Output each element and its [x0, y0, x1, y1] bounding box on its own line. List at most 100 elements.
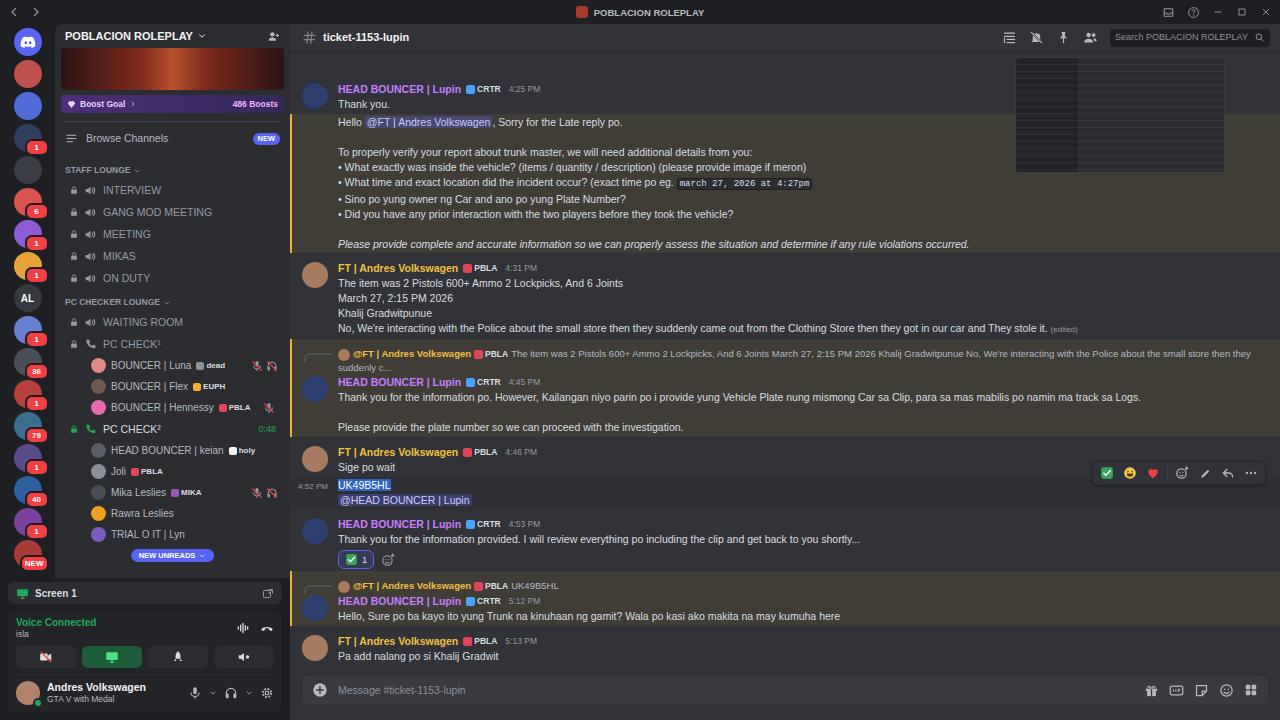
server-icon[interactable]: NEW [14, 540, 42, 568]
author-avatar[interactable] [302, 595, 328, 621]
server-icon[interactable]: 1 [14, 220, 42, 248]
microphone-icon[interactable] [188, 686, 202, 700]
screen-share-row[interactable]: Screen 1 [8, 582, 282, 604]
bell-muted-icon[interactable] [1029, 30, 1044, 45]
voice-channel[interactable]: PC CHECK²0:48 [61, 418, 284, 440]
server-icon[interactable]: 1 [14, 444, 42, 472]
server-icon[interactable] [14, 156, 42, 184]
voice-channel[interactable]: INTERVIEW [61, 179, 284, 201]
server-icon[interactable]: 79 [14, 412, 42, 440]
user-avatar[interactable] [16, 681, 40, 705]
server-item[interactable]: 1 [14, 124, 42, 152]
reaction[interactable]: 1 [338, 550, 374, 569]
author-avatar[interactable] [302, 635, 328, 661]
help-icon[interactable] [1187, 6, 1200, 19]
message-body[interactable]: HEAD BOUNCER | LupinCRTR4:53 PMThank you… [290, 509, 1280, 571]
server-icon[interactable]: 36 [14, 348, 42, 376]
server-icon[interactable]: AL [14, 284, 42, 312]
author-name[interactable]: HEAD BOUNCER | Lupin [338, 82, 461, 97]
category-header[interactable]: PC CHECKER LOUNGE [55, 289, 290, 311]
voice-channel[interactable]: GANG MOD MEETING [61, 201, 284, 223]
invite-person-icon[interactable] [267, 30, 280, 43]
emoji-icon[interactable] [1219, 683, 1234, 698]
close-icon[interactable] [1260, 6, 1272, 18]
server-item[interactable]: 1 [14, 508, 42, 536]
server-icon[interactable]: 1 [14, 124, 42, 152]
reply-reference[interactable]: @FT | Andres VolkswagenPBLAUK49B5HL [338, 579, 1268, 593]
reply-button[interactable] [1217, 463, 1239, 483]
disconnect-phone-icon[interactable] [260, 621, 274, 635]
mention-text[interactable]: @HEAD BOUNCER | Lupin [338, 494, 472, 506]
mention-text[interactable]: @FT | Andres Volkswagen [365, 116, 493, 128]
apps-icon[interactable] [1244, 683, 1258, 697]
message-body[interactable]: 4:52 PMUK49B5HL@HEAD BOUNCER | Lupin [290, 477, 1280, 509]
author-avatar[interactable] [302, 83, 328, 109]
server-item[interactable]: 1 [14, 380, 42, 408]
quick-react[interactable] [1096, 463, 1118, 483]
quick-react[interactable] [1119, 463, 1141, 483]
author-avatar[interactable] [302, 518, 328, 544]
author-name[interactable]: FT | Andres Volkswagen [338, 445, 458, 460]
voice-channel-name[interactable]: isla [16, 629, 96, 640]
server-item[interactable]: NEW [14, 540, 42, 568]
author-name[interactable]: HEAD BOUNCER | Lupin [338, 517, 461, 532]
server-icon[interactable]: 6 [14, 188, 42, 216]
server-icon[interactable]: 1 [14, 380, 42, 408]
server-icon[interactable]: 40 [14, 476, 42, 504]
voice-user[interactable]: BOUNCER | FlexEUPH [55, 376, 290, 397]
more-button[interactable] [1240, 463, 1262, 483]
server-item[interactable]: 1 [14, 444, 42, 472]
add-reaction[interactable] [378, 553, 398, 567]
message-body[interactable]: @FT | Andres VolkswagenPBLAThe item was … [290, 339, 1280, 437]
add-reaction[interactable] [1171, 463, 1193, 483]
server-icon[interactable]: 1 [14, 316, 42, 344]
popout-icon[interactable] [262, 588, 274, 600]
server-item[interactable]: 1 [14, 316, 42, 344]
voice-user[interactable]: Mika LesliesMIKA [55, 482, 290, 503]
server-header[interactable]: POBLACION ROLEPLAY [55, 24, 290, 48]
user-name[interactable]: Andres Volkswagen [47, 681, 146, 694]
camera-button[interactable] [16, 646, 76, 668]
voice-user[interactable]: BOUNCER | Lunadead [55, 355, 290, 376]
author-name[interactable]: FT | Andres Volkswagen [338, 261, 458, 276]
server-item[interactable]: 1 [14, 252, 42, 280]
message-body[interactable]: FT | Andres VolkswagenPBLA4:31 PMThe ite… [290, 253, 1280, 339]
forward-arrow-icon[interactable] [30, 6, 42, 18]
voice-channel[interactable]: MIKAS [61, 245, 284, 267]
server-item[interactable] [14, 92, 42, 120]
edit-button[interactable] [1194, 463, 1216, 483]
noise-wave-icon[interactable] [236, 621, 250, 635]
voice-channel[interactable]: ON DUTY [61, 267, 284, 289]
gift-icon[interactable] [1144, 683, 1159, 698]
gear-icon[interactable] [260, 686, 274, 700]
sticker-icon[interactable] [1194, 683, 1209, 698]
screenshare-button[interactable] [82, 646, 142, 668]
author-name[interactable]: HEAD BOUNCER | Lupin [338, 594, 461, 609]
voice-user[interactable]: TRIAL O IT | Lyn [55, 524, 290, 545]
message-body[interactable]: FT | Andres VolkswagenPBLA5:13 PMPa add … [290, 626, 1280, 666]
chevron-down-icon[interactable] [209, 689, 217, 697]
author-avatar[interactable] [302, 262, 328, 288]
server-item[interactable]: AL [14, 284, 42, 312]
boost-goal[interactable]: Boost Goal486 Boosts [61, 95, 284, 113]
server-item[interactable]: 1 [14, 220, 42, 248]
headset-icon[interactable] [224, 686, 238, 700]
voice-user[interactable]: HEAD BOUNCER | keianholy [55, 440, 290, 461]
gif-icon[interactable] [1169, 683, 1184, 698]
author-avatar[interactable] [302, 446, 328, 472]
screen-share-preview[interactable] [1015, 57, 1225, 173]
activity-button[interactable] [148, 646, 208, 668]
threads-icon[interactable] [1002, 30, 1017, 45]
voice-user[interactable]: Rawra Leslies [55, 503, 290, 524]
server-icon[interactable]: 1 [14, 508, 42, 536]
maximize-icon[interactable] [1236, 6, 1248, 18]
browse-channels[interactable]: Browse ChannelsNEW [55, 128, 290, 149]
server-item[interactable]: 79 [14, 412, 42, 440]
server-item[interactable] [14, 156, 42, 184]
pin-icon[interactable] [1056, 30, 1071, 45]
server-icon[interactable] [14, 92, 42, 120]
voice-channel[interactable]: WAITING ROOM [61, 311, 284, 333]
plus-circle-icon[interactable] [312, 682, 328, 698]
members-icon[interactable] [1083, 30, 1098, 45]
message-body[interactable]: @FT | Andres VolkswagenPBLAUK49B5HLHEAD … [290, 571, 1280, 626]
